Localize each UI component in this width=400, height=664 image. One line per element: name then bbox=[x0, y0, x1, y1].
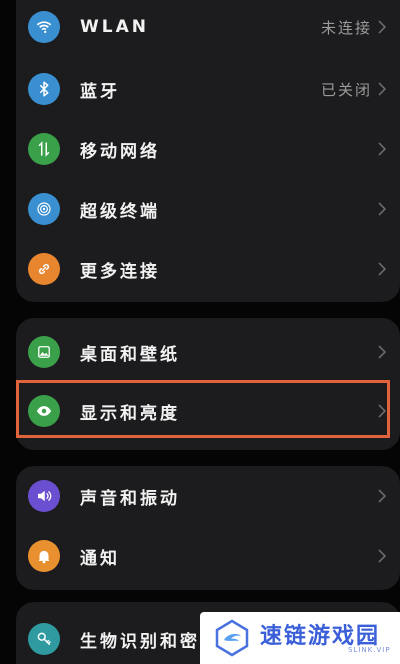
chevron-right-icon bbox=[378, 549, 386, 563]
settings-item-label: 超级终端 bbox=[80, 201, 160, 222]
settings-item-label: 蓝牙 bbox=[80, 81, 120, 102]
super-device-icon bbox=[28, 193, 60, 225]
settings-item-label: 显示和亮度 bbox=[80, 403, 180, 424]
settings-item-wallpaper[interactable]: 桌面和壁纸 bbox=[16, 321, 400, 383]
bell-icon bbox=[28, 540, 60, 572]
settings-item-label: WLAN bbox=[80, 17, 149, 37]
settings-page: WLAN 未连接 蓝牙 已关闭 移动网络 超级终端 更多连接 桌面和壁纸 显示和… bbox=[0, 0, 400, 664]
volume-icon bbox=[28, 480, 60, 512]
watermark-subtext: SLINK.VIP bbox=[348, 646, 391, 654]
settings-item-notifications[interactable]: 通知 bbox=[16, 525, 400, 587]
settings-item-more-connections[interactable]: 更多连接 bbox=[16, 238, 400, 300]
settings-item-label: 更多连接 bbox=[80, 261, 160, 282]
chevron-right-icon bbox=[378, 489, 386, 503]
wallpaper-icon bbox=[28, 336, 60, 368]
chevron-right-icon bbox=[378, 202, 386, 216]
chevron-right-icon bbox=[378, 404, 386, 418]
settings-item-label: 声音和振动 bbox=[80, 488, 180, 509]
settings-item-label: 桌面和壁纸 bbox=[80, 344, 180, 365]
chevron-right-icon bbox=[378, 142, 386, 156]
settings-item-display[interactable]: 显示和亮度 bbox=[16, 380, 400, 442]
wlan-status: 未连接 bbox=[320, 18, 372, 37]
chevron-right-icon bbox=[378, 262, 386, 276]
watermark-logo-icon bbox=[215, 619, 249, 657]
settings-item-mobile-network[interactable]: 移动网络 bbox=[16, 118, 400, 180]
settings-item-wlan[interactable]: WLAN 未连接 bbox=[16, 0, 400, 58]
chevron-right-icon bbox=[378, 345, 386, 359]
settings-item-label: 生物识别和密 bbox=[80, 631, 200, 652]
chevron-right-icon bbox=[378, 20, 386, 34]
mobile-data-icon bbox=[28, 133, 60, 165]
chevron-right-icon bbox=[378, 82, 386, 96]
key-icon bbox=[28, 623, 60, 655]
link-icon bbox=[28, 253, 60, 285]
watermark: 速链游戏园 SLINK.VIP bbox=[200, 612, 400, 664]
settings-item-sound[interactable]: 声音和振动 bbox=[16, 465, 400, 527]
settings-item-label: 通知 bbox=[80, 548, 120, 569]
bluetooth-status: 已关闭 bbox=[320, 80, 372, 99]
wifi-icon bbox=[28, 11, 60, 43]
settings-item-label: 移动网络 bbox=[80, 141, 160, 162]
eye-icon bbox=[28, 395, 60, 427]
settings-item-bluetooth[interactable]: 蓝牙 已关闭 bbox=[16, 58, 400, 120]
settings-item-super-device[interactable]: 超级终端 bbox=[16, 178, 400, 240]
bluetooth-icon bbox=[28, 73, 60, 105]
